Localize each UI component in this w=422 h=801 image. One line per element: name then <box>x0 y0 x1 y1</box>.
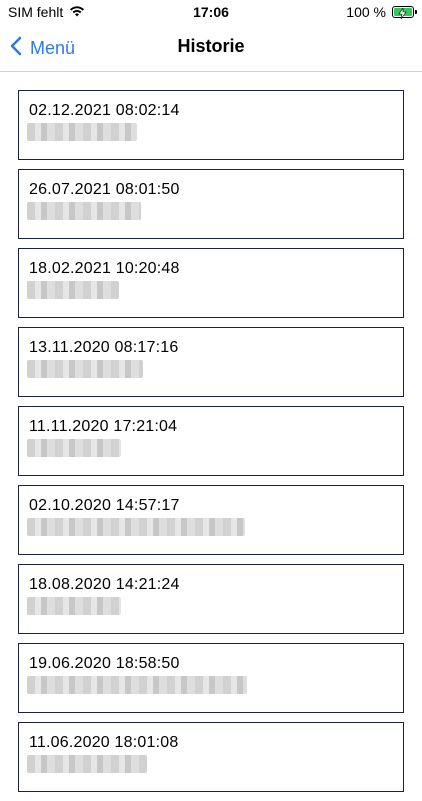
navigation-bar: Menü Historie <box>0 24 422 72</box>
history-date: 19.06.2020 18:58:50 <box>29 655 180 672</box>
history-item[interactable]: 13.11.2020 08:17:16 <box>18 327 404 397</box>
history-date: 18.02.2021 10:20:48 <box>29 260 180 277</box>
redacted-text <box>27 123 137 141</box>
redacted-text <box>27 755 147 773</box>
history-date: 11.06.2020 18:01:08 <box>29 734 179 751</box>
redacted-text <box>27 597 121 615</box>
battery-percent: 100 % <box>346 4 386 20</box>
status-right: 100 % <box>346 4 417 20</box>
history-item[interactable]: 19.06.2020 18:58:50 <box>18 643 404 713</box>
history-date: 02.12.2021 08:02:14 <box>29 102 180 119</box>
redacted-text <box>27 439 121 457</box>
status-bar: SIM fehlt 17:06 100 % <box>0 0 422 24</box>
redacted-text <box>27 281 119 299</box>
redacted-text <box>27 518 245 536</box>
history-item[interactable]: 11.11.2020 17:21:04 <box>18 406 404 476</box>
history-date: 11.11.2020 17:21:04 <box>29 418 178 435</box>
history-item[interactable]: 26.07.2021 08:01:50 <box>18 169 404 239</box>
history-list: 02.12.2021 08:02:14 26.07.2021 08:01:50 … <box>18 90 404 801</box>
history-date: 18.08.2020 14:21:24 <box>29 576 180 593</box>
history-item[interactable]: 18.08.2020 14:21:24 <box>18 564 404 634</box>
page-title: Historie <box>177 36 245 56</box>
redacted-text <box>27 360 143 378</box>
battery-icon <box>392 6 417 20</box>
redacted-text <box>27 202 141 220</box>
history-item[interactable]: 02.10.2020 14:57:17 <box>18 485 404 555</box>
history-item[interactable]: 11.06.2020 18:01:08 <box>18 722 404 792</box>
history-date: 26.07.2021 08:01:50 <box>29 181 180 198</box>
redacted-text <box>27 676 247 694</box>
history-item[interactable]: 02.12.2021 08:02:14 <box>18 90 404 160</box>
history-date: 02.10.2020 14:57:17 <box>29 497 180 514</box>
history-date: 13.11.2020 08:17:16 <box>29 339 179 356</box>
history-item[interactable]: 18.02.2021 10:20:48 <box>18 248 404 318</box>
